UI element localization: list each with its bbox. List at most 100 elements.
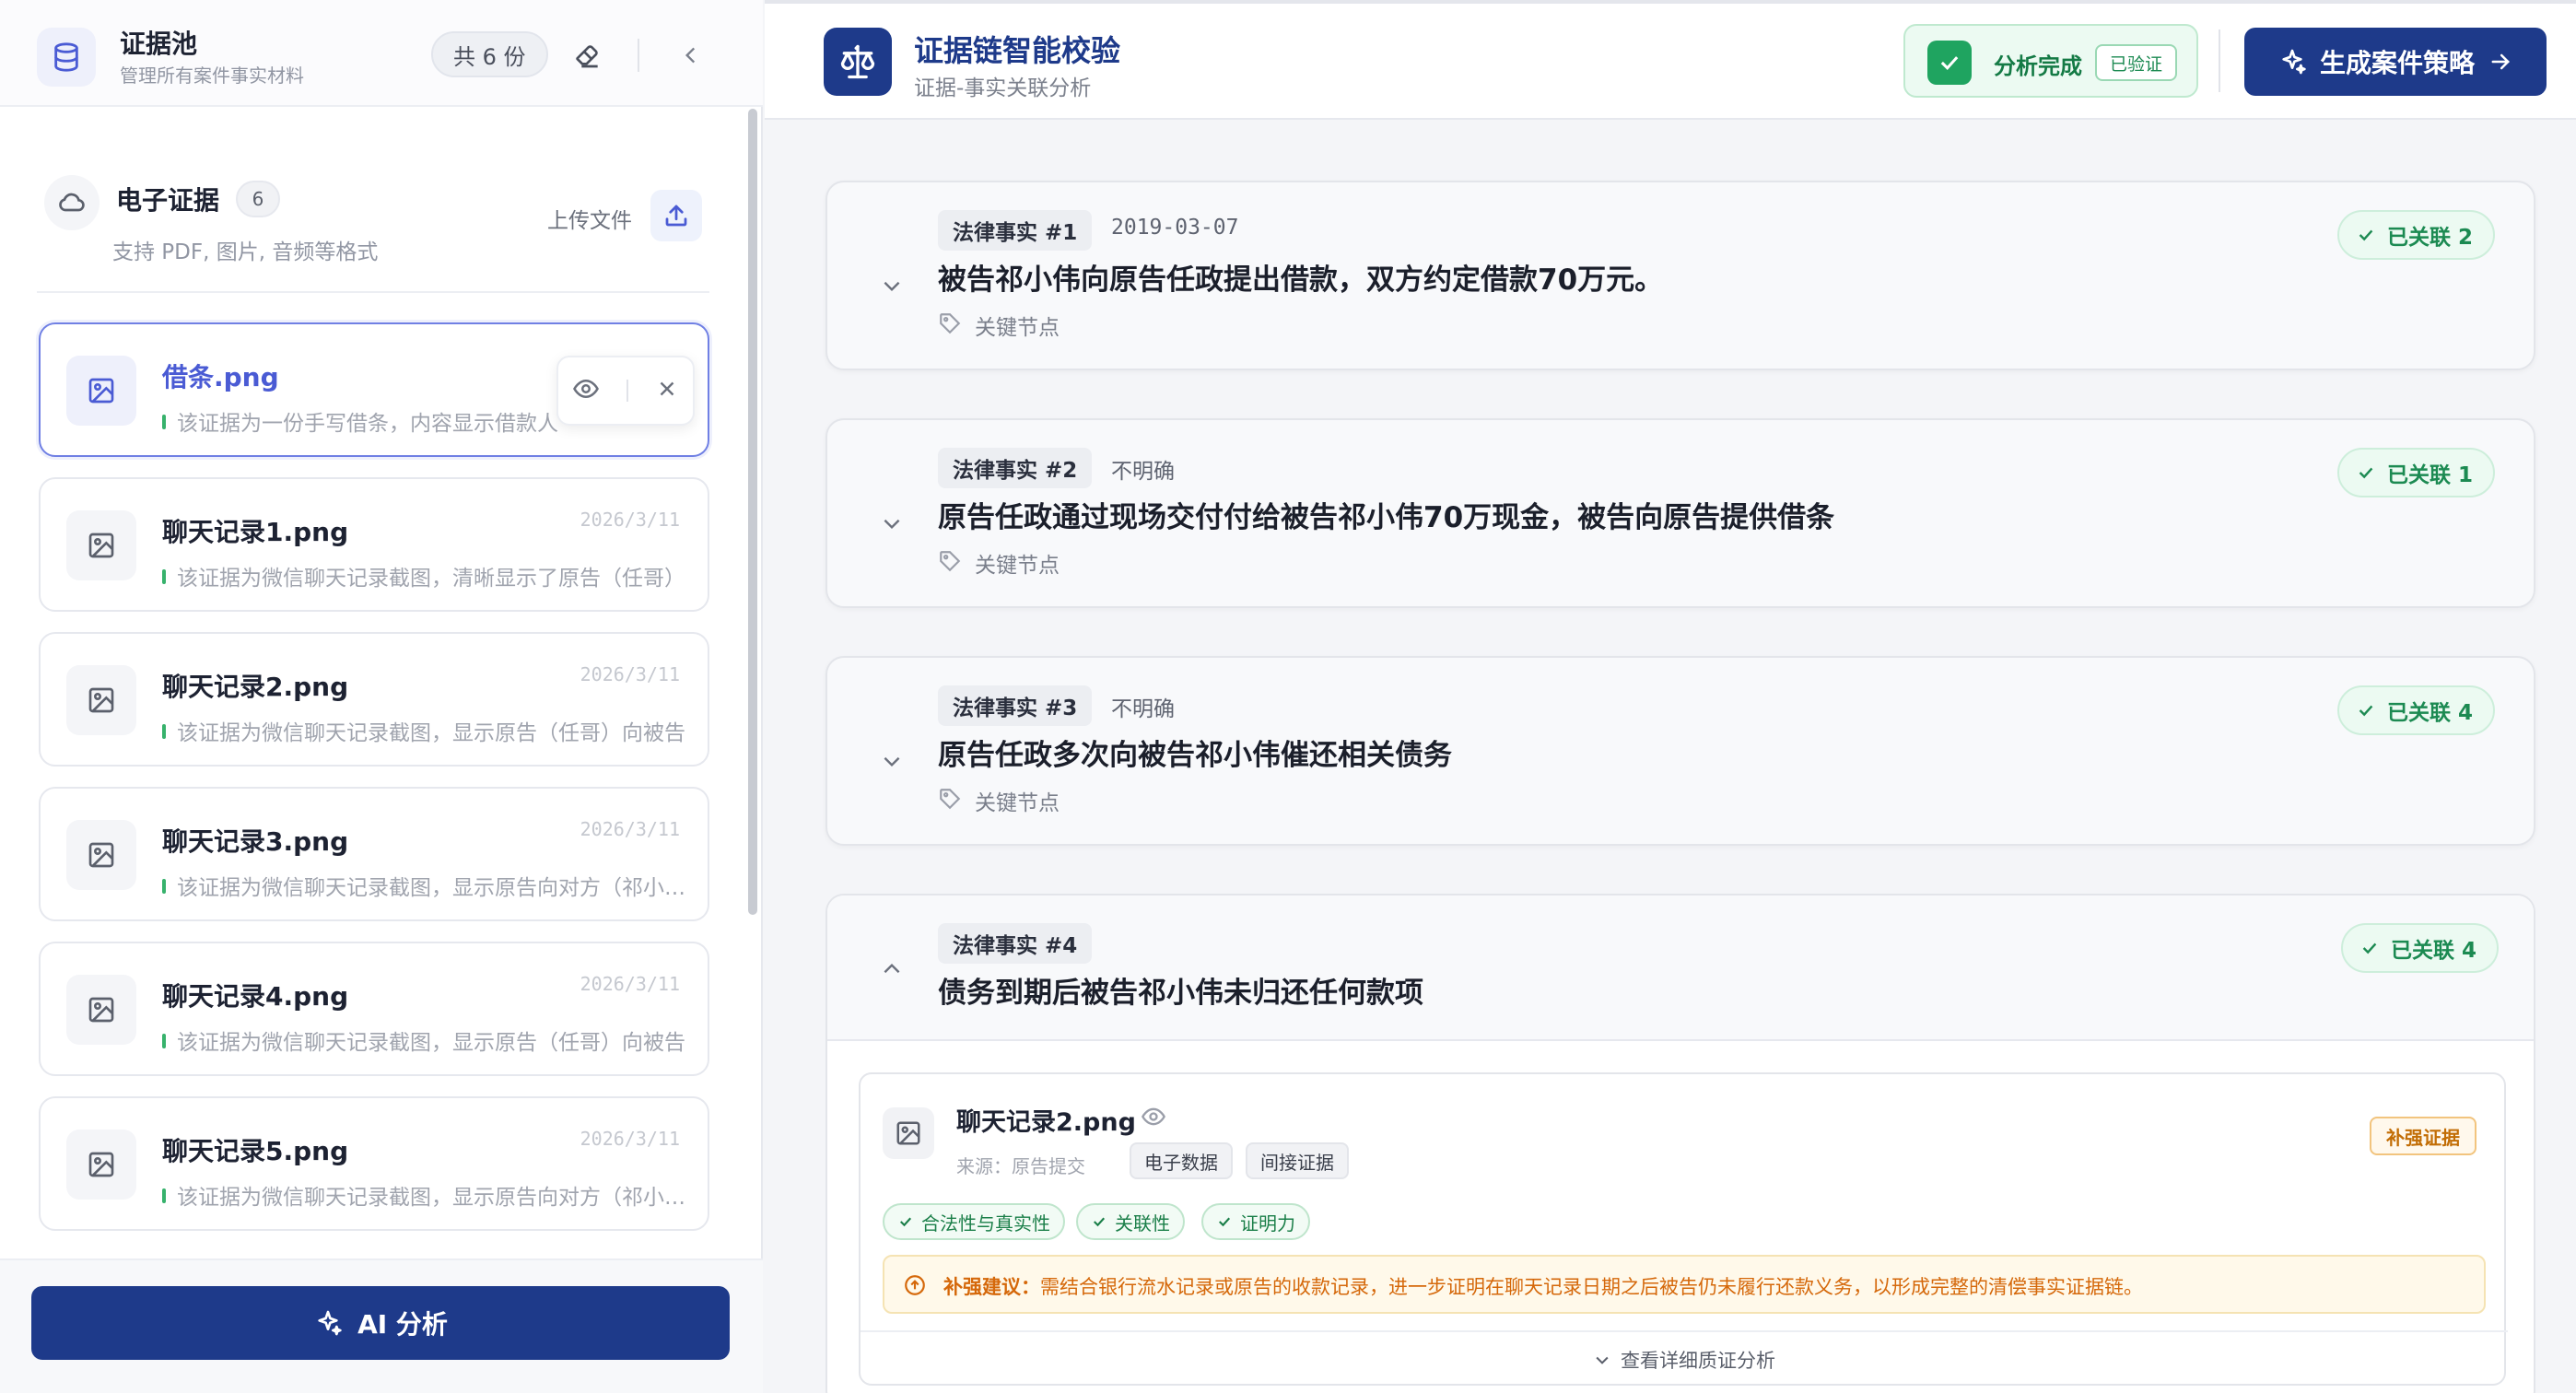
status-indicator — [162, 569, 166, 584]
fact-tag: 关键节点 — [975, 791, 1060, 815]
preview-button[interactable] — [572, 375, 600, 406]
check-chip-probative: 证明力 — [1201, 1203, 1310, 1240]
fact-text: 原告任政多次向被告祁小伟催还相关债务 — [938, 739, 1452, 772]
section-title: 电子证据 — [116, 185, 220, 216]
check-icon — [1219, 1217, 1231, 1227]
check-icon — [2359, 229, 2373, 241]
fact-card[interactable]: 法律事实 #3 不明确 原告任政多次向被告祁小伟催还相关债务 关键节点 已关联 … — [825, 656, 2535, 846]
image-file-icon — [66, 975, 136, 1045]
expand-toggle[interactable] — [877, 271, 907, 300]
view-detail-link[interactable]: 查看详细质证分析 — [861, 1330, 2508, 1387]
evidence-description: 该证据为微信聊天记录截图，显示原告向对方（祁小伟） — [177, 876, 685, 900]
expand-toggle[interactable] — [877, 509, 907, 538]
linked-count-label: 已关联 4 — [2390, 939, 2476, 963]
fact-card-expanded: 法律事实 #4 债务到期后被告祁小伟未归还任何款项 已关联 4 聊天记录2.pn… — [825, 894, 2535, 1393]
evidence-name: 聊天记录1.png — [162, 517, 349, 547]
ai-analysis-label: AI 分析 — [357, 1309, 448, 1340]
remove-button[interactable] — [655, 377, 679, 404]
status-indicator — [162, 1188, 166, 1203]
evidence-card[interactable]: 借条.png 该证据为一份手写借条，内容显示借款人 — [39, 322, 709, 457]
image-file-icon — [883, 1107, 934, 1159]
evidence-description: 该证据为一份手写借条，内容显示借款人 — [177, 412, 558, 436]
collapse-toggle[interactable] — [877, 954, 907, 984]
advice-body: 需结合银行流水记录或原告的收款记录，进一步证明在聊天记录日期之后被告仍未履行还款… — [1040, 1276, 2143, 1298]
chevron-down-icon — [1596, 1356, 1609, 1364]
evidence-name: 聊天记录2.png — [162, 672, 349, 702]
cloud-icon — [44, 175, 100, 230]
fact-date: 2019-03-07 — [1111, 216, 1239, 240]
action-separator — [626, 380, 628, 402]
check-chip-label: 关联性 — [1115, 1212, 1170, 1235]
evidence-description: 该证据为微信聊天记录截图，清晰显示了原告（任哥） — [177, 567, 685, 591]
expand-toggle[interactable] — [877, 746, 907, 776]
evidence-card[interactable]: 聊天记录5.png 2026/3/11 该证据为微信聊天记录截图，显示原告向对方… — [39, 1096, 709, 1231]
fact-date: 不明确 — [1111, 460, 1175, 484]
evidence-description: 该证据为微信聊天记录截图，显示原告向对方（祁小伟） — [177, 1186, 685, 1210]
linked-count-badge: 已关联 4 — [2336, 685, 2495, 735]
tag-icon — [940, 551, 961, 572]
image-file-icon — [66, 510, 136, 580]
evidence-pool-title: 证据池 — [120, 29, 198, 59]
scrollbar-thumb[interactable] — [748, 109, 757, 915]
fact-label: 法律事实 #1 — [938, 210, 1093, 251]
header-separator — [2219, 29, 2220, 92]
evidence-action-group — [556, 356, 695, 426]
linked-count-badge: 已关联 1 — [2336, 448, 2495, 498]
chevron-down-icon — [884, 281, 900, 292]
eraser-icon — [576, 45, 598, 68]
evidence-card[interactable]: 聊天记录4.png 2026/3/11 该证据为微信聊天记录截图，显示原告（任哥… — [39, 942, 709, 1076]
evidence-date: 2026/3/11 — [580, 973, 680, 995]
evidence-date: 2026/3/11 — [580, 509, 680, 531]
evidence-name: 借条.png — [162, 362, 279, 392]
linked-evidence-card: 聊天记录2.png 来源：原告提交 电子数据 间接证据 补强证据 合法性与真实性… — [859, 1072, 2508, 1387]
sparkle-icon — [318, 1310, 342, 1336]
fact-tag: 关键节点 — [975, 554, 1060, 578]
evidence-pool-panel: 证据池 管理所有案件事实材料 共 6 份 电子证据 6 支持 PDF, 图片, … — [0, 0, 763, 1393]
upload-label[interactable]: 上传文件 — [547, 203, 632, 234]
upload-button[interactable] — [650, 190, 702, 241]
check-icon — [2362, 942, 2377, 954]
generate-strategy-button[interactable]: 生成案件策略 — [2244, 28, 2547, 96]
fact-card-header[interactable]: 法律事实 #4 债务到期后被告祁小伟未归还任何款项 已关联 4 — [827, 896, 2534, 1041]
clear-button[interactable] — [566, 33, 610, 77]
eye-icon[interactable] — [1141, 1104, 1166, 1130]
evidence-type-chip: 电子数据 — [1130, 1142, 1233, 1179]
fact-label: 法律事实 #2 — [938, 448, 1093, 488]
image-file-icon — [66, 665, 136, 735]
ai-analysis-button[interactable]: AI 分析 — [31, 1286, 730, 1360]
check-icon — [1094, 1217, 1106, 1227]
chevron-up-icon — [884, 963, 900, 974]
fact-card[interactable]: 法律事实 #1 2019-03-07 被告祁小伟向原告任政提出借款，双方约定借款… — [825, 181, 2535, 370]
evidence-description: 该证据为微信聊天记录截图，显示原告（任哥）向被告 — [177, 721, 685, 745]
evidence-card[interactable]: 聊天记录3.png 2026/3/11 该证据为微信聊天记录截图，显示原告向对方… — [39, 787, 709, 921]
fact-card[interactable]: 法律事实 #2 不明确 原告任政通过现场交付付给被告祁小伟70万现金，被告向原告… — [825, 418, 2535, 608]
arrow-up-circle-icon — [905, 1275, 925, 1295]
linked-evidence-name: 聊天记录2.png — [956, 1108, 1136, 1137]
check-chip-relevance: 关联性 — [1076, 1203, 1185, 1240]
linked-count-badge: 已关联 2 — [2336, 210, 2495, 260]
status-indicator — [162, 879, 166, 894]
evidence-description: 该证据为微信聊天记录截图，显示原告（任哥）向被告 — [177, 1031, 685, 1055]
status-indicator — [162, 1034, 166, 1048]
tag-icon — [940, 789, 961, 810]
evidence-card[interactable]: 聊天记录2.png 2026/3/11 该证据为微信聊天记录截图，显示原告（任哥… — [39, 632, 709, 767]
evidence-date: 2026/3/11 — [580, 663, 680, 685]
supplement-advice: 补强建议：需结合银行流水记录或原告的收款记录，进一步证明在聊天记录日期之后被告仍… — [883, 1255, 2486, 1314]
status-text: 分析完成 — [1994, 53, 2082, 79]
collapse-panel-button[interactable] — [669, 33, 713, 77]
check-icon — [2359, 705, 2373, 717]
check-chip-label: 合法性与真实性 — [921, 1212, 1050, 1235]
evidence-card[interactable]: 聊天记录1.png 2026/3/11 该证据为微信聊天记录截图，清晰显示了原告… — [39, 477, 709, 612]
fact-date: 不明确 — [1111, 697, 1175, 721]
database-icon — [37, 28, 96, 87]
linked-count-label: 已关联 1 — [2386, 463, 2473, 487]
evidence-type-chip: 间接证据 — [1246, 1142, 1349, 1179]
chevron-down-icon — [884, 756, 900, 767]
evidence-date: 2026/3/11 — [580, 1128, 680, 1150]
analysis-status: 分析完成 已验证 — [1903, 24, 2198, 98]
arrow-right-icon — [2491, 53, 2510, 70]
check-chip-legality: 合法性与真实性 — [883, 1203, 1065, 1240]
upload-icon — [665, 205, 687, 227]
evidence-name: 聊天记录5.png — [162, 1136, 349, 1166]
eye-icon — [572, 379, 599, 399]
